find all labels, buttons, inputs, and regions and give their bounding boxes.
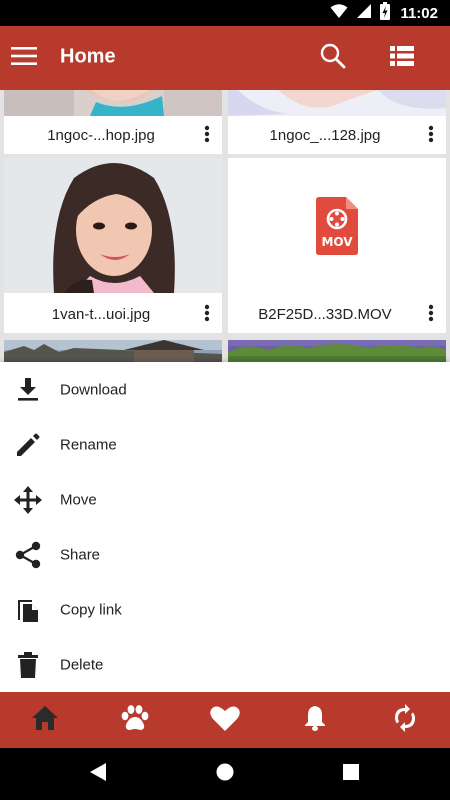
more-options-button[interactable] bbox=[196, 123, 218, 149]
home-system-button[interactable] bbox=[205, 754, 245, 794]
download-icon bbox=[14, 376, 42, 404]
nav-home[interactable] bbox=[15, 692, 75, 748]
file-caption: 1ngoc_...128.jpg bbox=[228, 117, 446, 154]
nav-favorites[interactable] bbox=[195, 692, 255, 748]
nav-pets[interactable] bbox=[105, 692, 165, 748]
paw-icon bbox=[121, 704, 149, 736]
file-card[interactable]: 1ngoc-...hop.jpg bbox=[4, 90, 222, 154]
more-options-button[interactable] bbox=[420, 123, 442, 149]
share-icon bbox=[14, 541, 42, 569]
file-name: B2F25D...33D.MOV bbox=[258, 306, 392, 323]
move-icon bbox=[14, 485, 42, 514]
more-vert-icon bbox=[204, 125, 210, 148]
delete-action[interactable]: Delete bbox=[0, 637, 450, 692]
mov-file-icon: MOV bbox=[316, 196, 358, 255]
back-button[interactable] bbox=[78, 754, 118, 794]
file-card[interactable] bbox=[4, 340, 222, 362]
copy-link-action[interactable]: Copy link bbox=[0, 582, 450, 637]
copy-icon bbox=[14, 596, 42, 624]
status-icons: 11:02 bbox=[330, 0, 438, 26]
back-icon bbox=[90, 762, 106, 786]
search-icon bbox=[320, 43, 346, 74]
list-view-icon bbox=[390, 45, 414, 71]
file-card[interactable]: 1van-t...uoi.jpg bbox=[4, 158, 222, 333]
more-vert-icon bbox=[428, 304, 434, 327]
file-name: 1ngoc-...hop.jpg bbox=[47, 127, 155, 144]
share-label: Share bbox=[60, 546, 101, 563]
move-action[interactable]: Move bbox=[0, 472, 450, 527]
bottom-nav bbox=[0, 692, 450, 748]
action-sheet: Download Rename Move Share Copy link Del… bbox=[0, 362, 450, 692]
recents-button[interactable] bbox=[331, 754, 371, 794]
rename-action[interactable]: Rename bbox=[0, 417, 450, 472]
rename-label: Rename bbox=[60, 436, 117, 453]
heart-icon bbox=[210, 705, 240, 736]
wifi-icon bbox=[330, 3, 348, 24]
file-caption: 1ngoc-...hop.jpg bbox=[4, 117, 222, 154]
file-thumbnail bbox=[228, 90, 446, 116]
app-bar: Home bbox=[0, 26, 450, 90]
file-grid: 1ngoc-...hop.jpg 1ngoc_...128.jpg 1van-t… bbox=[0, 90, 450, 362]
pencil-icon bbox=[14, 431, 42, 459]
home-circle-icon bbox=[216, 763, 234, 786]
recents-icon bbox=[343, 763, 359, 785]
share-action[interactable]: Share bbox=[0, 527, 450, 582]
signal-icon bbox=[356, 3, 372, 24]
more-vert-icon bbox=[428, 125, 434, 148]
file-card[interactable]: MOV B2F25D...33D.MOV bbox=[228, 158, 446, 333]
list-view-button[interactable] bbox=[382, 38, 422, 78]
file-caption: 1van-t...uoi.jpg bbox=[4, 296, 222, 333]
battery-charging-icon bbox=[380, 1, 391, 25]
status-bar: 11:02 bbox=[0, 0, 450, 26]
file-name: 1van-t...uoi.jpg bbox=[51, 306, 151, 323]
status-time: 11:02 bbox=[400, 4, 438, 22]
mov-badge-text: MOV bbox=[321, 235, 353, 249]
file-thumbnail bbox=[4, 90, 222, 116]
sync-icon bbox=[393, 703, 417, 737]
file-card[interactable] bbox=[228, 340, 446, 362]
system-nav-bar bbox=[0, 748, 450, 800]
menu-icon bbox=[11, 46, 37, 70]
move-label: Move bbox=[60, 491, 97, 508]
menu-button[interactable] bbox=[4, 38, 44, 78]
trash-icon bbox=[14, 651, 42, 679]
file-card[interactable]: 1ngoc_...128.jpg bbox=[228, 90, 446, 154]
home-icon bbox=[32, 705, 58, 735]
search-button[interactable] bbox=[313, 38, 353, 78]
bell-icon bbox=[304, 705, 326, 736]
file-thumbnail bbox=[4, 340, 222, 362]
more-vert-icon bbox=[204, 304, 210, 327]
file-thumbnail bbox=[228, 340, 446, 362]
nav-notifications[interactable] bbox=[285, 692, 345, 748]
nav-sync[interactable] bbox=[375, 692, 435, 748]
more-options-button[interactable] bbox=[196, 302, 218, 328]
download-action[interactable]: Download bbox=[0, 362, 450, 417]
file-thumbnail bbox=[4, 158, 222, 293]
copy-link-label: Copy link bbox=[60, 601, 122, 618]
page-title: Home bbox=[60, 45, 116, 68]
file-caption: B2F25D...33D.MOV bbox=[228, 296, 446, 333]
delete-label: Delete bbox=[60, 656, 104, 673]
file-thumbnail: MOV bbox=[228, 158, 446, 293]
file-name: 1ngoc_...128.jpg bbox=[269, 127, 381, 144]
more-options-button[interactable] bbox=[420, 302, 442, 328]
screen: 11:02 Home 1ngoc-...hop.jpg 1ngoc_...128… bbox=[0, 0, 450, 800]
download-label: Download bbox=[60, 381, 127, 398]
